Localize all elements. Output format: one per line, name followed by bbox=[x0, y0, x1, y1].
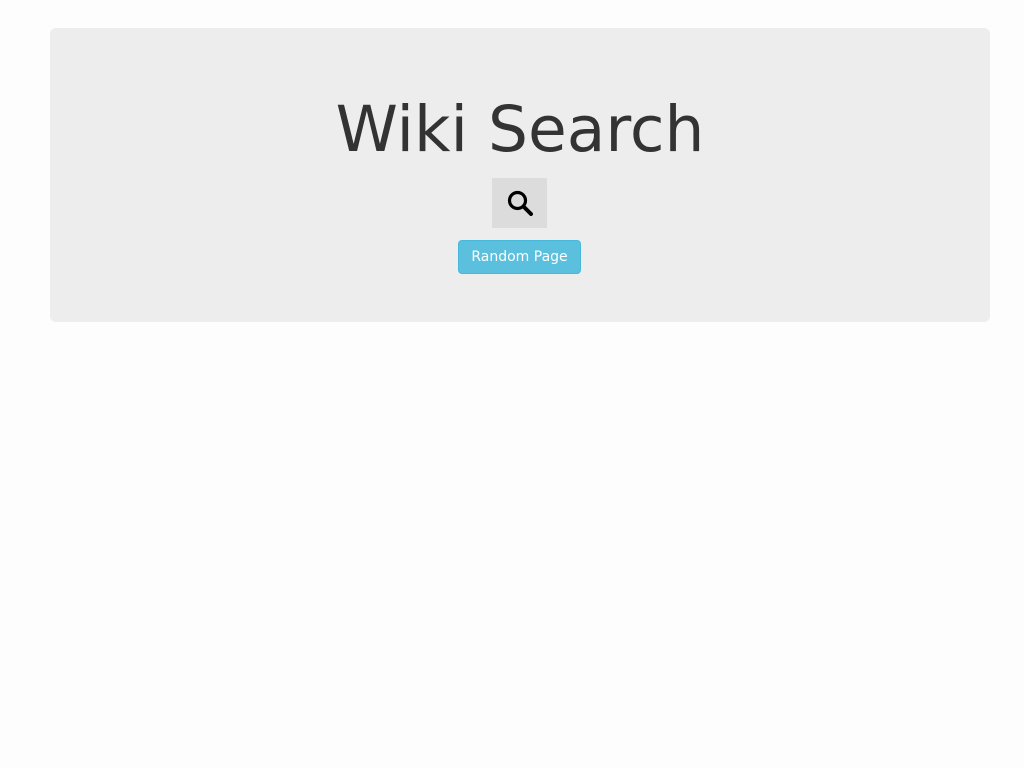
search-button[interactable] bbox=[492, 178, 547, 228]
page-title: Wiki Search bbox=[335, 93, 705, 166]
search-panel: Wiki Search Random Page bbox=[50, 28, 990, 322]
random-page-button[interactable]: Random Page bbox=[458, 240, 581, 274]
search-icon bbox=[507, 190, 533, 216]
